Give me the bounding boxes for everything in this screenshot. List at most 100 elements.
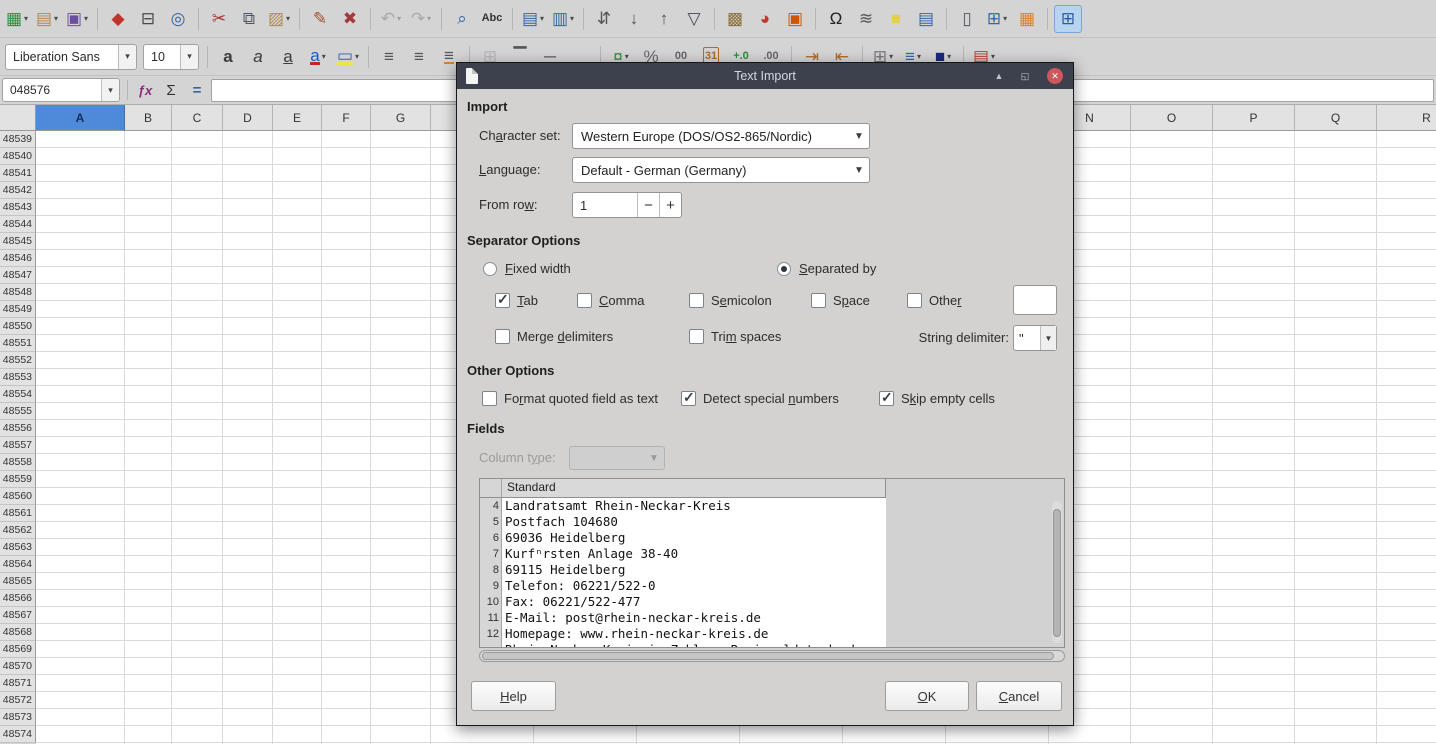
separated-by-radio[interactable] (777, 262, 791, 276)
preview-column-header[interactable]: Standard (502, 479, 886, 498)
fixed-width-radio[interactable] (483, 262, 497, 276)
autofilter-icon[interactable]: ▽▾ (680, 5, 708, 33)
row-header[interactable]: 48559 (0, 471, 36, 488)
other-separator-input[interactable] (1013, 285, 1057, 315)
headers-footers-icon[interactable]: ▤▾ (912, 5, 940, 33)
row-header[interactable]: 48558 (0, 454, 36, 471)
semicolon-label[interactable]: Semicolon (711, 292, 772, 310)
spelling-icon[interactable]: Abc▾ (478, 5, 506, 33)
equals-icon[interactable]: = (185, 78, 209, 102)
chevron-down-icon[interactable]: ▾ (180, 45, 198, 69)
row-header[interactable]: 48556 (0, 420, 36, 437)
row-header[interactable]: 48573 (0, 709, 36, 726)
shade-icon[interactable]: ▲ (991, 68, 1007, 84)
space-label[interactable]: Space (833, 292, 870, 310)
sum-icon[interactable]: Σ (159, 78, 183, 102)
row-header[interactable]: 48541 (0, 165, 36, 182)
row-header[interactable]: 48552 (0, 352, 36, 369)
skip-empty-checkbox[interactable] (879, 391, 894, 406)
separated-by-label[interactable]: Separated by (799, 260, 876, 278)
tab-checkbox[interactable] (495, 293, 510, 308)
chevron-down-icon[interactable]: ▾ (118, 45, 136, 69)
column-header[interactable]: E (273, 105, 322, 131)
new-spreadsheet-icon[interactable]: ▦▾ (3, 5, 31, 33)
row-header[interactable]: 48574 (0, 726, 36, 743)
row-header[interactable]: 48571 (0, 675, 36, 692)
row-header[interactable]: 48542 (0, 182, 36, 199)
row-header[interactable]: 48567 (0, 607, 36, 624)
row-header[interactable]: 48553 (0, 369, 36, 386)
column-header[interactable]: Q (1295, 105, 1377, 131)
clone-formatting-icon[interactable]: ✎▾ (306, 5, 334, 33)
row-header[interactable]: 48544 (0, 216, 36, 233)
comma-checkbox[interactable] (577, 293, 592, 308)
font-size-combo[interactable]: 10 ▾ (143, 44, 199, 70)
define-print-area-icon[interactable]: ▦▾ (1013, 5, 1041, 33)
dialog-titlebar[interactable]: Text Import ▲ ◱ ✕ (457, 63, 1073, 89)
insert-image-icon[interactable]: ▩▾ (721, 5, 749, 33)
sort-icon[interactable]: ⇵▾ (590, 5, 618, 33)
underline-icon[interactable]: a▾ (274, 43, 302, 71)
row-header[interactable]: 48568 (0, 624, 36, 641)
row-icon[interactable]: ▤▾ (519, 5, 547, 33)
bold-icon[interactable]: a▾ (214, 43, 242, 71)
other-label[interactable]: Other (929, 292, 962, 310)
row-header[interactable]: 48570 (0, 658, 36, 675)
redo-icon[interactable]: ↷▾ (407, 5, 435, 33)
select-all-corner[interactable] (0, 105, 36, 131)
merge-delimiters-label[interactable]: Merge delimiters (517, 328, 613, 346)
row-header[interactable]: 48550 (0, 318, 36, 335)
export-pdf-icon[interactable]: ◆▾ (104, 5, 132, 33)
language-dropdown[interactable]: Default - German (Germany) ▼ (572, 157, 870, 183)
insert-chart-icon[interactable]: ◕▾ (751, 5, 779, 33)
other-checkbox[interactable] (907, 293, 922, 308)
minus-icon[interactable]: − (637, 193, 659, 217)
format-quoted-checkbox[interactable] (482, 391, 497, 406)
fixed-width-label[interactable]: Fixed width (505, 260, 571, 278)
tab-label[interactable]: Tab (517, 292, 538, 310)
string-delimiter-dropdown[interactable]: " ▼ (1013, 325, 1057, 351)
row-header[interactable]: 48564 (0, 556, 36, 573)
column-header[interactable]: O (1131, 105, 1213, 131)
semicolon-checkbox[interactable] (689, 293, 704, 308)
find-replace-icon[interactable]: ⌕▾ (448, 5, 476, 33)
font-color-icon[interactable]: a▾ (304, 43, 332, 71)
row-header[interactable]: 48546 (0, 250, 36, 267)
align-center-icon[interactable]: ≡▾ (405, 43, 433, 71)
undo-icon[interactable]: ↶▾ (377, 5, 405, 33)
comma-label[interactable]: Comma (599, 292, 645, 310)
paste-icon[interactable]: ▨▾ (265, 5, 293, 33)
insert-object-icon[interactable]: ▣▾ (781, 5, 809, 33)
special-character-icon[interactable]: Ω▾ (822, 5, 850, 33)
row-header[interactable]: 48549 (0, 301, 36, 318)
row-header[interactable]: 48540 (0, 148, 36, 165)
format-quoted-label[interactable]: Format quoted field as text (504, 390, 658, 408)
row-header[interactable]: 48566 (0, 590, 36, 607)
open-icon[interactable]: ▤▾ (33, 5, 61, 33)
function-wizard-icon[interactable]: ƒx (133, 78, 157, 102)
copy-icon[interactable]: ⧉▾ (235, 5, 263, 33)
cancel-button[interactable]: Cancel (976, 681, 1062, 711)
preview-vertical-scrollbar[interactable] (1052, 501, 1062, 643)
freeform-line-icon[interactable]: ≋▾ (852, 5, 880, 33)
space-checkbox[interactable] (811, 293, 826, 308)
skip-empty-label[interactable]: Skip empty cells (901, 390, 995, 408)
sidebar-icon[interactable]: ⊞▾ (1054, 5, 1082, 33)
column-header[interactable]: B (125, 105, 172, 131)
detect-numbers-label[interactable]: Detect special numbers (703, 390, 839, 408)
row-header[interactable]: 48560 (0, 488, 36, 505)
merge-delimiters-checkbox[interactable] (495, 329, 510, 344)
column-header[interactable]: G (371, 105, 431, 131)
row-header[interactable]: 48547 (0, 267, 36, 284)
row-header[interactable]: 48565 (0, 573, 36, 590)
insert-page-break-icon[interactable]: ▯▾ (953, 5, 981, 33)
highlight-color-icon[interactable]: ▭▾ (334, 43, 362, 71)
font-name-combo[interactable]: Liberation Sans ▾ (5, 44, 137, 70)
sort-descending-icon[interactable]: ↓▾ (620, 5, 648, 33)
freeze-rows-columns-icon[interactable]: ⊞▾ (983, 5, 1011, 33)
from-row-value[interactable]: 1 (573, 193, 637, 217)
scrollbar-thumb[interactable] (1053, 509, 1061, 637)
sort-ascending-icon[interactable]: ↑▾ (650, 5, 678, 33)
align-left-icon[interactable]: ≡▾ (375, 43, 403, 71)
chevron-down-icon[interactable]: ▾ (101, 79, 119, 101)
